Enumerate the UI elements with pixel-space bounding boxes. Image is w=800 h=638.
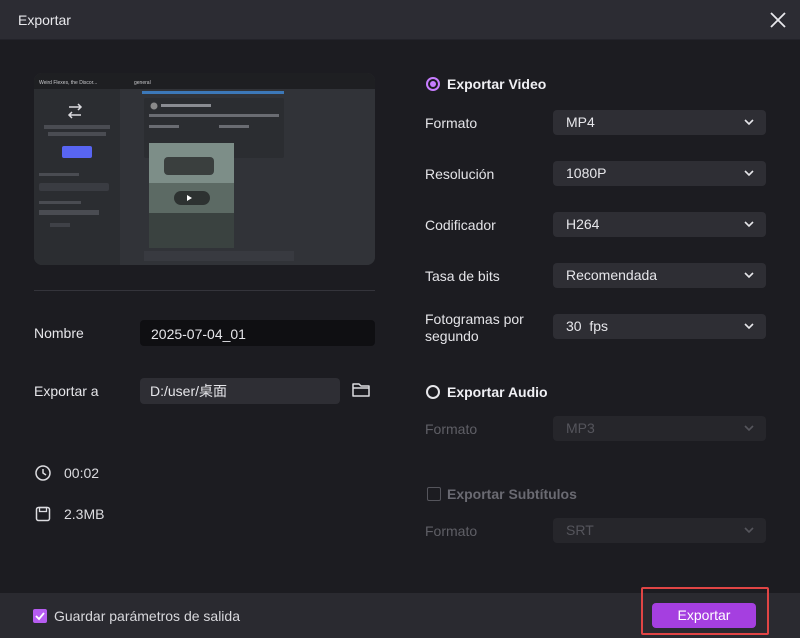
title-bar: Exportar <box>0 0 800 40</box>
preview-section-header <box>39 201 81 204</box>
export-video-title: Exportar Video <box>447 76 547 92</box>
preview-channel-name: general <box>134 80 151 86</box>
duration-value: 00:02 <box>64 465 100 481</box>
preview-message-bar <box>144 251 294 261</box>
video-preview: Weird Flexes, the Discor... general <box>34 73 375 265</box>
preview-text-line <box>219 125 249 128</box>
name-input[interactable]: 2025-07-04_01 <box>140 320 375 346</box>
preview-thumbnail: Weird Flexes, the Discor... general <box>34 73 375 265</box>
name-label: Nombre <box>34 325 84 341</box>
divider <box>34 290 375 291</box>
export-button[interactable]: Exportar <box>652 603 756 628</box>
save-params-label: Guardar parámetros de salida <box>54 608 240 624</box>
preview-text-line <box>48 132 106 136</box>
resolution-label: Resolución <box>425 166 495 182</box>
fps-label-line2: segundo <box>425 328 479 344</box>
chevron-down-icon <box>744 170 754 177</box>
folder-icon[interactable] <box>350 379 372 401</box>
resolution-select[interactable]: 1080P <box>553 161 766 186</box>
preview-server-name: Weird Flexes, the Discor... <box>39 80 97 86</box>
audio-format-select[interactable]: MP3 <box>553 416 766 441</box>
subtitles-format-label: Formato <box>425 523 478 539</box>
size-value: 2.3MB <box>64 506 105 522</box>
export-video-radio[interactable] <box>426 77 440 91</box>
bitrate-select[interactable]: Recomendada <box>553 263 766 288</box>
export-audio-title: Exportar Audio <box>447 384 548 400</box>
subtitles-format-value: SRT <box>566 522 594 538</box>
video-format-select[interactable]: MP4 <box>553 110 766 135</box>
chevron-down-icon <box>744 221 754 228</box>
close-icon[interactable] <box>766 8 790 32</box>
checkmark-icon <box>35 612 45 621</box>
export-subtitles-checkbox[interactable] <box>427 487 441 501</box>
preview-text-line <box>149 125 179 128</box>
export-path-field[interactable]: D:/user/桌面 <box>140 378 340 404</box>
chevron-down-icon <box>744 119 754 126</box>
export-subtitles-title: Exportar Subtítulos <box>447 486 577 502</box>
chevron-down-icon <box>744 272 754 279</box>
preview-text-line <box>44 125 110 129</box>
preview-channel-row <box>39 183 109 191</box>
storage-icon <box>35 506 51 522</box>
chevron-down-icon <box>744 323 754 330</box>
preview-link-line <box>142 91 284 94</box>
encoder-select[interactable]: H264 <box>553 212 766 237</box>
fps-select[interactable]: 30 fps <box>553 314 766 339</box>
preview-text-line <box>149 114 279 117</box>
fps-label-line1: Fotogramas por <box>425 311 524 327</box>
preview-avatar <box>150 102 158 110</box>
clock-icon <box>35 465 51 481</box>
video-format-value: MP4 <box>566 114 595 130</box>
chevron-down-icon <box>744 527 754 534</box>
preview-channel-row <box>39 210 99 215</box>
encoder-label: Codificador <box>425 217 496 233</box>
export-to-label: Exportar a <box>34 383 99 399</box>
preview-text-line <box>161 104 211 107</box>
video-format-label: Formato <box>425 115 478 131</box>
bitrate-label: Tasa de bits <box>425 268 500 284</box>
window-title: Exportar <box>18 12 71 28</box>
chevron-down-icon <box>744 425 754 432</box>
preview-channel-row <box>50 223 70 227</box>
resolution-value: 1080P <box>566 165 607 181</box>
audio-format-value: MP3 <box>566 420 595 436</box>
audio-format-label: Formato <box>425 421 478 437</box>
bitrate-value: Recomendada <box>566 267 658 283</box>
fps-value: 30 fps <box>566 318 609 334</box>
preview-shortcut-badge <box>62 146 92 158</box>
subtitles-format-select[interactable]: SRT <box>553 518 766 543</box>
save-params-checkbox[interactable] <box>33 609 47 623</box>
preview-section-header <box>39 173 79 176</box>
export-audio-radio[interactable] <box>426 385 440 399</box>
encoder-value: H264 <box>566 216 600 232</box>
